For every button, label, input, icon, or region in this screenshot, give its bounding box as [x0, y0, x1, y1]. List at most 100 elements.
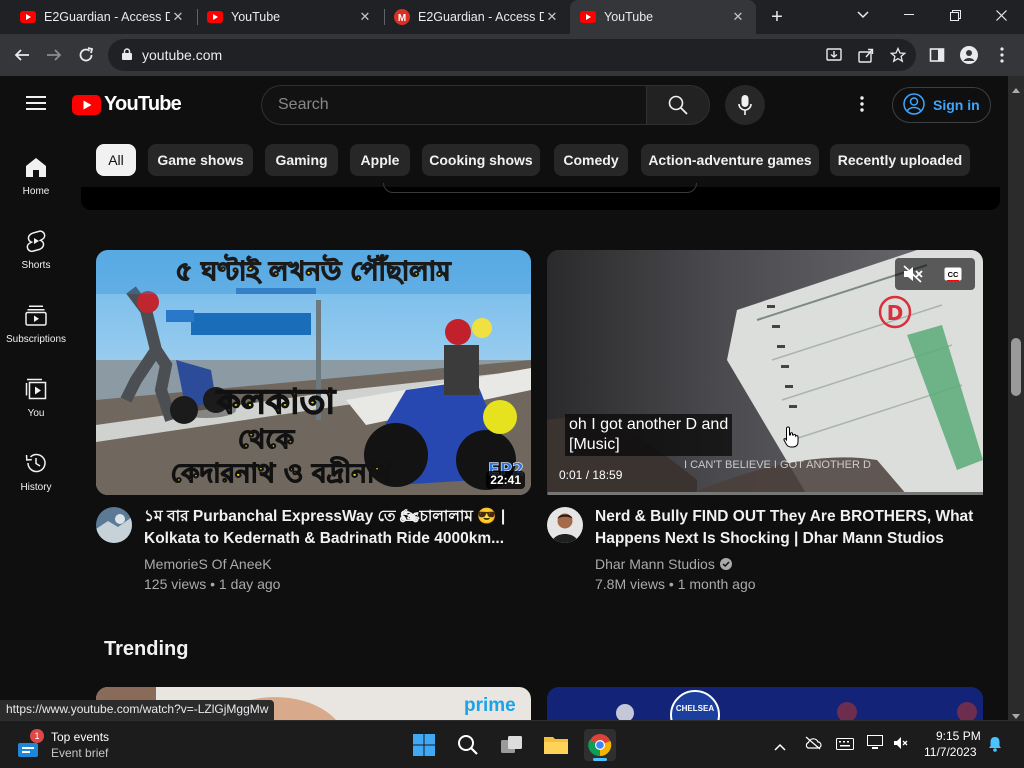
- minimize-icon[interactable]: [886, 0, 932, 30]
- address-bar[interactable]: youtube.com: [108, 39, 916, 71]
- close-tab-icon[interactable]: ✕: [544, 9, 560, 25]
- video-title-line2: Kolkata to Kedernath & Badrinath Ride 40…: [144, 530, 505, 547]
- caption-line1: oh I got another D and: [569, 416, 729, 433]
- progress-played: [547, 492, 548, 495]
- thumb-text-bottom: কেদারনাথ ও বদ্রীনাথ: [171, 456, 393, 489]
- chip-comedy[interactable]: Comedy: [554, 144, 628, 176]
- lock-icon[interactable]: [122, 47, 132, 63]
- channel-avatar[interactable]: [547, 507, 583, 543]
- clock-time[interactable]: 9:15 PM: [936, 729, 981, 743]
- restore-icon[interactable]: [932, 0, 978, 30]
- sign-in-button[interactable]: Sign in: [892, 87, 991, 123]
- guide-item-shorts[interactable]: Shorts: [0, 216, 72, 290]
- channel-avatar[interactable]: [96, 507, 132, 543]
- video-thumbnail[interactable]: ৫ ঘণ্টাই লখনউ পৌঁছালাম কলকাতা থেকে কেদার…: [96, 250, 531, 495]
- chip-game-shows[interactable]: Game shows: [148, 144, 253, 176]
- task-view-button[interactable]: [496, 729, 528, 761]
- captions-button[interactable]: CC: [931, 258, 975, 290]
- youtube-favicon-icon: [580, 9, 596, 25]
- forward-icon[interactable]: [38, 39, 70, 71]
- keyboard-icon[interactable]: [836, 737, 854, 755]
- show-hidden-icons-chevron-icon[interactable]: [774, 738, 786, 756]
- chip-recently-uploaded[interactable]: Recently uploaded: [830, 144, 970, 176]
- trending-thumbnail-2[interactable]: CHELSEA: [547, 687, 983, 720]
- search-button[interactable]: [646, 85, 710, 125]
- share-icon[interactable]: [850, 39, 882, 71]
- youtube-favicon-icon: [207, 9, 223, 25]
- guide-item-subscriptions[interactable]: Subscriptions: [0, 290, 72, 364]
- close-window-icon[interactable]: [978, 0, 1024, 30]
- back-icon[interactable]: [6, 39, 38, 71]
- profile-icon[interactable]: [953, 39, 985, 71]
- chip-cooking-shows[interactable]: Cooking shows: [422, 144, 540, 176]
- tab-3[interactable]: M E2Guardian - Access D ✕: [384, 0, 570, 34]
- taskbar-search-button[interactable]: [452, 729, 484, 761]
- guide-label: Subscriptions: [5, 334, 67, 345]
- task-view-icon: [501, 736, 522, 753]
- caption-window: oh I got another D and [Music]: [565, 414, 733, 456]
- search-icon: [458, 735, 478, 755]
- widget-title: Top events: [51, 730, 110, 744]
- side-panel-icon[interactable]: [921, 39, 953, 71]
- guide-item-history[interactable]: History: [0, 438, 72, 512]
- video-preview-player[interactable]: D I CAN'T BELIEVE I GOT ANOTHER D Dha CC…: [547, 250, 983, 495]
- mute-button[interactable]: [895, 258, 931, 290]
- tab-2[interactable]: YouTube ✕: [197, 0, 383, 34]
- clock-date[interactable]: 11/7/2023: [924, 745, 977, 759]
- link-status-bubble: https://www.youtube.com/watch?v=-LZlGjMg…: [0, 700, 275, 720]
- close-tab-icon[interactable]: ✕: [357, 9, 373, 25]
- caption-line2: [Music]: [569, 436, 620, 453]
- scroll-up-arrow-icon[interactable]: [1012, 80, 1020, 98]
- chrome-menu-icon[interactable]: [986, 39, 1018, 71]
- chip-action-adventure-games[interactable]: Action-adventure games: [641, 144, 819, 176]
- tab-1[interactable]: E2Guardian - Access D ✕: [10, 0, 196, 34]
- close-tab-icon[interactable]: ✕: [170, 9, 186, 25]
- channel-watermark: Dha: [887, 457, 906, 468]
- chrome-taskbar-button[interactable]: [584, 729, 616, 761]
- settings-more-icon[interactable]: [860, 96, 864, 117]
- guide-item-home[interactable]: Home: [0, 142, 72, 216]
- tab-4-active[interactable]: YouTube ✕: [570, 0, 756, 34]
- page-scrollbar[interactable]: [1008, 76, 1024, 720]
- account-circle-icon: [903, 92, 925, 118]
- reload-icon[interactable]: [70, 39, 102, 71]
- search-input[interactable]: Search: [261, 85, 647, 125]
- chip-gaming[interactable]: Gaming: [265, 144, 338, 176]
- channel-name[interactable]: MemorieS Of AneeK: [144, 556, 272, 572]
- volume-muted-icon[interactable]: [893, 736, 909, 755]
- youtube-logo[interactable]: YouTube: [72, 93, 182, 116]
- hamburger-menu-icon[interactable]: [26, 95, 46, 116]
- chip-apple[interactable]: Apple: [350, 144, 410, 176]
- burned-in-caption: I CAN'T BELIEVE I GOT ANOTHER D: [684, 459, 871, 471]
- prime-logo-text: prime: [464, 695, 516, 716]
- video-title-line1: Nerd & Bully FIND OUT They Are BROTHERS,…: [595, 508, 974, 525]
- video-stats: 7.8M views • 1 month ago: [595, 576, 756, 592]
- notification-bell-icon[interactable]: [988, 736, 1002, 757]
- video-title[interactable]: Nerd & Bully FIND OUT They Are BROTHERS,…: [595, 506, 980, 550]
- onedrive-offline-icon[interactable]: [804, 736, 822, 755]
- video-progress-bar[interactable]: [547, 492, 983, 495]
- widgets-button[interactable]: 1 Top events Event brief: [14, 727, 124, 763]
- guide-label: Home: [22, 186, 50, 197]
- windows-taskbar: 1 Top events Event brief 9:15 PM 11/7/20…: [0, 720, 1024, 768]
- chip-all[interactable]: All: [96, 144, 136, 176]
- file-explorer-button[interactable]: [540, 729, 572, 761]
- new-tab-icon[interactable]: +: [765, 6, 789, 28]
- start-button[interactable]: [408, 729, 440, 761]
- video-title[interactable]: ১ম বার Purbanchal ExpressWay তে 🏍চালালাম…: [144, 506, 524, 550]
- svg-text:CC: CC: [948, 270, 959, 279]
- tab-search-chevron-icon[interactable]: [840, 0, 886, 30]
- network-icon[interactable]: [867, 735, 885, 756]
- guide-item-you[interactable]: You: [0, 364, 72, 438]
- tab-label: YouTube: [604, 10, 654, 24]
- url-text: youtube.com: [142, 47, 223, 63]
- bookmark-star-icon[interactable]: [882, 39, 914, 71]
- duration-badge: 22:41: [486, 471, 525, 489]
- install-app-icon[interactable]: [818, 39, 850, 71]
- tab-label: E2Guardian - Access D: [418, 10, 544, 24]
- channel-name[interactable]: Dhar Mann Studios: [595, 556, 732, 572]
- close-tab-icon[interactable]: ✕: [730, 9, 746, 25]
- voice-search-button[interactable]: [725, 85, 765, 125]
- scrollbar-thumb[interactable]: [1011, 338, 1021, 396]
- time-display: 0:01 / 18:59: [559, 468, 623, 482]
